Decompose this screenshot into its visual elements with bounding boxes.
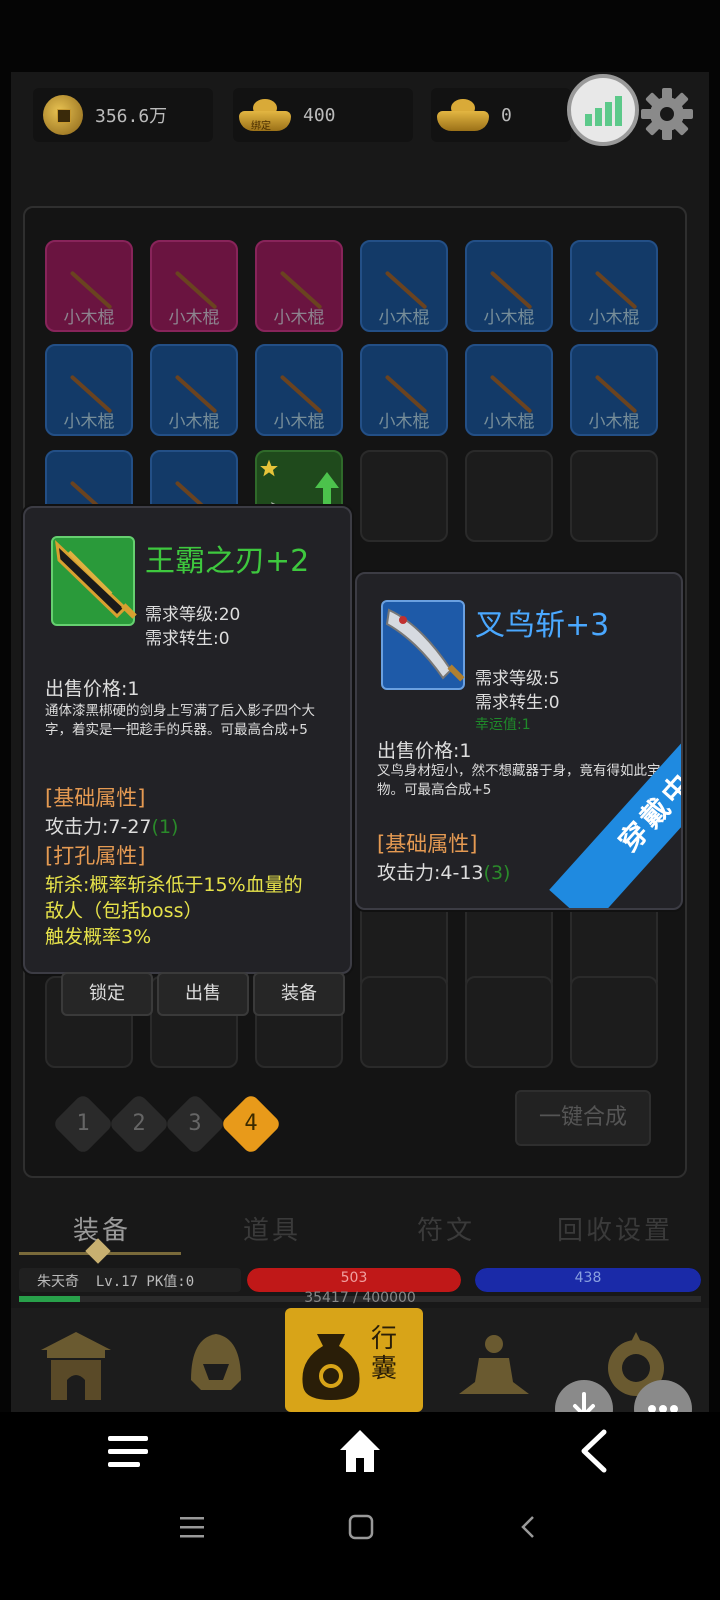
socket-line-3: 触发概率3% bbox=[45, 926, 152, 948]
inventory-slot[interactable] bbox=[360, 450, 448, 542]
inventory-slot[interactable]: 小木棍 bbox=[150, 344, 238, 436]
recent-apps-icon[interactable] bbox=[178, 1512, 206, 1542]
item-icon-wangba-blade bbox=[51, 536, 137, 626]
inventory-slot[interactable]: 小木棍 bbox=[360, 344, 448, 436]
inventory-slot[interactable]: 小木棍 bbox=[255, 344, 343, 436]
slot-item-name: 小木棍 bbox=[483, 412, 535, 432]
home-square-icon[interactable] bbox=[346, 1512, 376, 1542]
page-2-button[interactable]: 2 bbox=[117, 1102, 161, 1146]
merge-all-button[interactable]: 一键合成 bbox=[515, 1090, 651, 1146]
slot-item-name: 小木棍 bbox=[63, 412, 115, 432]
inventory-slot[interactable]: 小木棍 bbox=[150, 240, 238, 332]
bag-icon bbox=[302, 1334, 360, 1400]
inventory-slot[interactable] bbox=[570, 450, 658, 542]
tab-runes[interactable]: 符文 bbox=[417, 1210, 475, 1247]
item-tooltip-wangba: 王霸之刃+2 需求等级:20 需求转生:0 出售价格:1 通体漆黑梆硬的剑身上写… bbox=[23, 506, 352, 974]
req-rebirth: 需求转生:0 bbox=[145, 629, 230, 649]
inventory-slot[interactable]: 小木棍 bbox=[255, 240, 343, 332]
tab-items[interactable]: 道具 bbox=[243, 1210, 301, 1247]
attack-bonus: (3) bbox=[483, 862, 511, 884]
attack-value: 攻击力:7-27 bbox=[45, 816, 152, 838]
attack-stat: 攻击力:7-27(1) bbox=[45, 812, 178, 839]
inventory-slot[interactable]: 小木棍 bbox=[570, 240, 658, 332]
inventory-slot[interactable] bbox=[465, 976, 553, 1068]
inventory-slot[interactable] bbox=[465, 450, 553, 542]
req-level: 需求等级:20 bbox=[145, 605, 241, 625]
mp-value: 438 bbox=[574, 1270, 602, 1286]
city-gate-icon[interactable] bbox=[31, 1320, 121, 1410]
hp-bar: 503 bbox=[247, 1268, 461, 1292]
slot-item-name: 小木棍 bbox=[378, 308, 430, 328]
inventory-slot[interactable]: 小木棍 bbox=[465, 240, 553, 332]
sell-button[interactable]: 出售 bbox=[157, 972, 249, 1016]
inventory-slot[interactable]: 小木棍 bbox=[45, 344, 133, 436]
sell-price: 出售价格:1 bbox=[377, 740, 472, 762]
tooltip-title: 王霸之刃+2 bbox=[145, 544, 310, 579]
slot-item-name: 小木棍 bbox=[273, 308, 325, 328]
player-info: 朱天奇 Lv.17 PK值:0 bbox=[37, 1274, 195, 1290]
player-info-bar: 朱天奇 Lv.17 PK值:0 bbox=[19, 1268, 241, 1292]
page-3-button[interactable]: 3 bbox=[173, 1102, 217, 1146]
slot-item-name: 小木棍 bbox=[588, 412, 640, 432]
nav-bag-tab[interactable]: 行囊 bbox=[285, 1308, 423, 1412]
page-4-button[interactable]: 4 bbox=[229, 1102, 273, 1146]
meditation-icon[interactable] bbox=[449, 1320, 539, 1410]
menu-icon[interactable] bbox=[106, 1432, 150, 1472]
hp-value: 503 bbox=[340, 1270, 368, 1286]
equip-button[interactable]: 装备 bbox=[253, 972, 345, 1016]
equipped-ribbon: 穿戴中 bbox=[549, 696, 681, 908]
slot-item-name: 小木棍 bbox=[588, 308, 640, 328]
item-description: 通体漆黑梆硬的剑身上写满了后入影子四个大字，着实是一把趁手的兵器。可最高合成+5 bbox=[45, 703, 315, 738]
item-tooltip-chaniao: 叉鸟斩+3 需求等级:5 需求转生:0 幸运值:1 出售价格:1 叉鸟身材短小，… bbox=[355, 572, 683, 910]
inventory-slot[interactable] bbox=[360, 976, 448, 1068]
slot-item-name: 小木棍 bbox=[483, 308, 535, 328]
inventory-slot[interactable]: 小木棍 bbox=[360, 240, 448, 332]
socket-line-2: 敌人（包括boss） bbox=[45, 900, 203, 922]
req-level: 需求等级:5 bbox=[475, 669, 560, 689]
attack-stat: 攻击力:4-13(3) bbox=[377, 858, 510, 885]
tooltip-title: 叉鸟斩+3 bbox=[475, 608, 610, 643]
item-description: 叉鸟身材短小，然不想藏器于身，竟有得如此宝物。可最高合成+5 bbox=[377, 763, 661, 798]
item-icon-chaniao-blade bbox=[381, 600, 465, 690]
bag-label: 行囊 bbox=[371, 1324, 398, 1384]
exp-value: 35417 / 400000 bbox=[304, 1290, 416, 1306]
back-icon[interactable] bbox=[576, 1428, 612, 1474]
attack-value: 攻击力:4-13 bbox=[377, 862, 484, 884]
slot-item-name: 小木棍 bbox=[63, 308, 115, 328]
socket-attr-header: [打孔属性] bbox=[45, 844, 146, 868]
req-rebirth: 需求转生:0 bbox=[475, 693, 560, 713]
luck-value: 幸运值:1 bbox=[475, 717, 531, 733]
back-small-icon[interactable] bbox=[518, 1512, 538, 1542]
base-attr-header: [基础属性] bbox=[45, 786, 146, 810]
base-attr-header: [基础属性] bbox=[377, 832, 478, 856]
inventory-slot[interactable]: 小木棍 bbox=[45, 240, 133, 332]
slot-item-name: 小木棍 bbox=[378, 412, 430, 432]
helmet-icon[interactable] bbox=[171, 1320, 261, 1410]
page-1-button[interactable]: 1 bbox=[61, 1102, 105, 1146]
mp-bar: 438 bbox=[475, 1268, 701, 1292]
slot-item-name: 小木棍 bbox=[168, 412, 220, 432]
system-navigation bbox=[0, 1412, 720, 1600]
slot-item-name: 小木棍 bbox=[168, 308, 220, 328]
attack-bonus: (1) bbox=[151, 816, 179, 838]
socket-line-1: 斩杀:概率斩杀低于15%血量的 bbox=[45, 874, 303, 896]
inventory-slot[interactable]: 小木棍 bbox=[465, 344, 553, 436]
home-icon[interactable] bbox=[338, 1428, 382, 1474]
lock-button[interactable]: 锁定 bbox=[61, 972, 153, 1016]
sell-price: 出售价格:1 bbox=[45, 678, 140, 700]
inventory-slot[interactable] bbox=[570, 976, 658, 1068]
pagination: 1 2 3 4 bbox=[51, 1092, 313, 1156]
inventory-slot[interactable]: 小木棍 bbox=[570, 344, 658, 436]
game-screen: 356.6万 绑定 400 0 小木棍 小木棍 小木棍 小木棍 小木棍 小木棍 … bbox=[11, 72, 709, 1412]
tab-recycle-settings[interactable]: 回收设置 bbox=[557, 1210, 673, 1247]
slot-item-name: 小木棍 bbox=[273, 412, 325, 432]
